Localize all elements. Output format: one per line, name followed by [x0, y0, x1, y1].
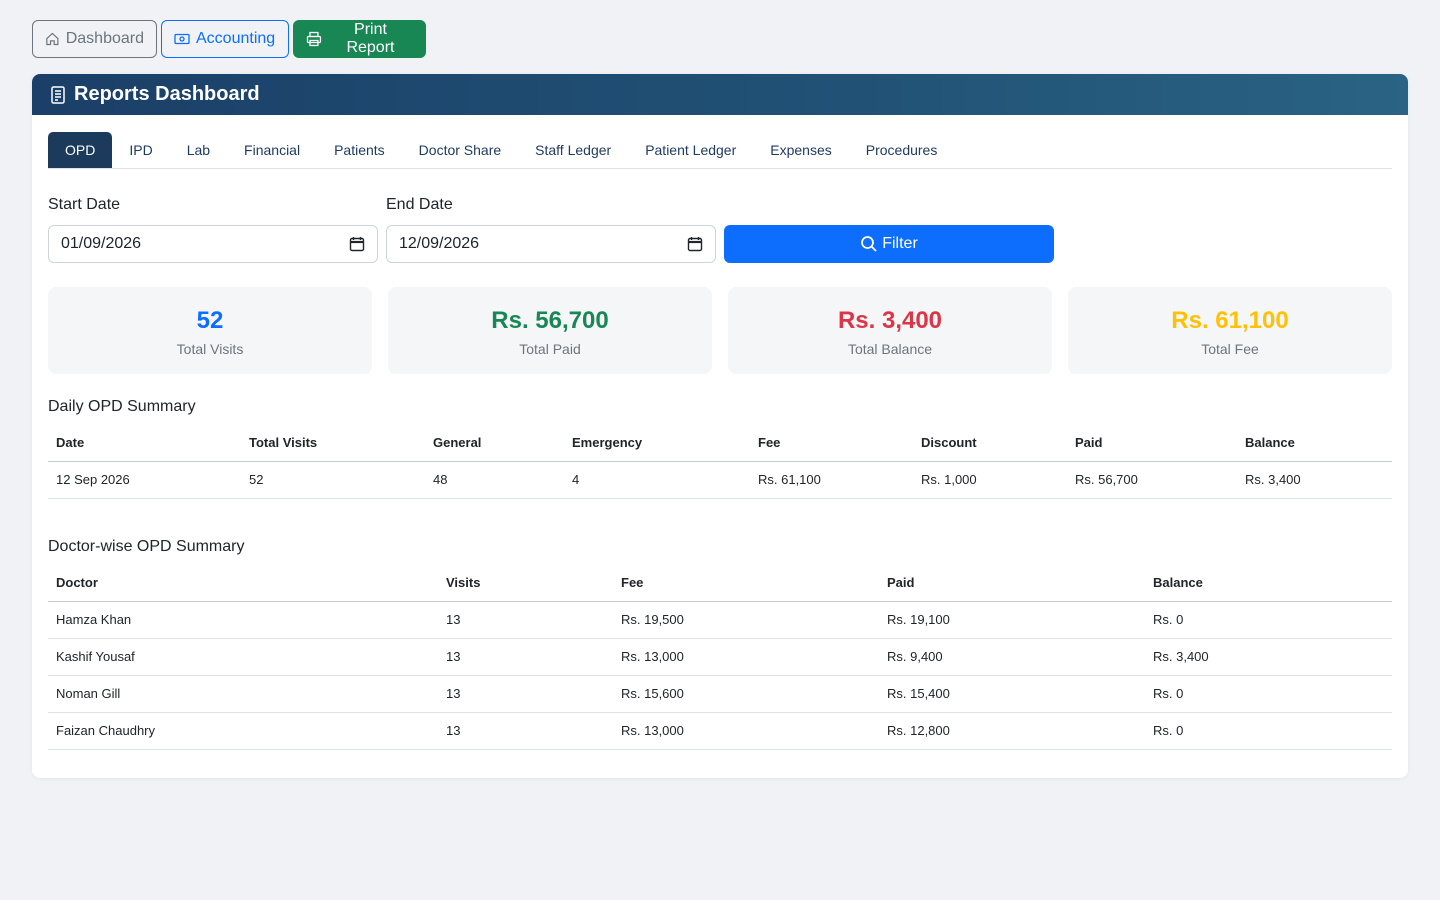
tab-opd[interactable]: OPD	[48, 132, 113, 168]
tab-financial[interactable]: Financial	[227, 132, 317, 168]
reports-card: Reports Dashboard OPD IPD Lab Financial Pati…	[32, 74, 1408, 778]
tab-doctor-share[interactable]: Doctor Share	[402, 132, 518, 168]
table-row: Kashif Yousaf 13 Rs. 13,000 Rs. 9,400 Rs. 3,…	[48, 638, 1392, 676]
tab-ipd[interactable]: IPD	[112, 132, 169, 168]
table-cell: Rs. 3,400	[1145, 638, 1392, 676]
stat-label: Total Balance	[847, 341, 933, 357]
tab-patient-ledger[interactable]: Patient Ledger	[628, 132, 753, 168]
end-date-label: End Date	[386, 196, 453, 213]
stat-label: Total Paid	[519, 341, 581, 357]
stat-label: Total Visits	[176, 341, 244, 357]
column-header: Date	[48, 424, 241, 462]
report-tabs: OPD IPD Lab Financial Patients Doctor Share St…	[48, 132, 1392, 169]
table-row: Faizan Chaudhry 13 Rs. 13,000 Rs. 12,800 Rs.…	[48, 712, 1392, 750]
end-date-value: 12/09/2026	[399, 235, 480, 252]
table-cell: Rs. 0	[1145, 675, 1392, 713]
stat-value: 52	[196, 307, 224, 334]
table-cell: Rs. 0	[1145, 601, 1392, 639]
document-icon	[51, 85, 65, 104]
column-header: Emergency	[564, 424, 750, 462]
stat-value: Rs. 56,700	[491, 307, 609, 334]
table-cell: Rs. 56,700	[1067, 461, 1237, 499]
column-header: Doctor	[48, 564, 438, 602]
daily-summary-title: Daily OPD Summary	[48, 398, 196, 415]
table-cell: Rs. 19,500	[613, 601, 879, 639]
table-cell: Rs. 0	[1145, 712, 1392, 750]
column-header: Fee	[613, 564, 879, 602]
table-cell: Rs. 13,000	[613, 712, 879, 750]
column-header: Paid	[1067, 424, 1237, 462]
stat-card: Rs. 56,700 Total Paid	[388, 287, 712, 374]
table-cell: Rs. 9,400	[879, 638, 1145, 676]
tab-patients[interactable]: Patients	[317, 132, 402, 168]
column-header: Balance	[1237, 424, 1392, 462]
table-cell: 4	[564, 461, 750, 499]
stat-card: 52 Total Visits	[48, 287, 372, 374]
doctor-summary-title: Doctor-wise OPD Summary	[48, 538, 245, 555]
accounting-button[interactable]: Accounting	[161, 20, 289, 58]
tab-procedures[interactable]: Procedures	[849, 132, 955, 168]
column-header: Total Visits	[241, 424, 425, 462]
table-cell: 52	[241, 461, 425, 499]
dashboard-button-label: Dashboard	[65, 30, 144, 47]
tab-lab[interactable]: Lab	[170, 132, 227, 168]
start-date-input[interactable]: 01/09/2026	[48, 225, 378, 263]
card-header: Reports Dashboard	[32, 74, 1408, 115]
cash-icon	[174, 33, 190, 45]
table-cell: 12 Sep 2026	[48, 461, 241, 499]
doctor-summary-table: Doctor Visits Fee Paid Balance Hamza Khan 13 R…	[48, 564, 1392, 750]
calendar-icon[interactable]	[349, 236, 365, 252]
stat-label: Total Fee	[1201, 341, 1259, 357]
daily-summary-table: Date Total Visits General Emergency Fee Disco…	[48, 424, 1392, 499]
search-icon	[861, 236, 877, 252]
table-cell: Rs. 15,600	[613, 675, 879, 713]
start-date-value: 01/09/2026	[61, 235, 142, 252]
table-row: 12 Sep 2026 52 48 4 Rs. 61,100 Rs. 1,000 Rs. 5…	[48, 461, 1392, 499]
stat-value: Rs. 61,100	[1171, 307, 1289, 334]
table-cell: Rs. 15,400	[879, 675, 1145, 713]
table-cell: 13	[438, 712, 613, 750]
home-icon	[46, 32, 59, 46]
start-date-label: Start Date	[48, 196, 121, 213]
accounting-button-label: Accounting	[196, 30, 276, 47]
filter-button[interactable]: Filter	[724, 225, 1054, 263]
tab-staff-ledger[interactable]: Staff Ledger	[518, 132, 628, 168]
table-row: Noman Gill 13 Rs. 15,600 Rs. 15,400 Rs. 0	[48, 675, 1392, 713]
table-cell: 13	[438, 675, 613, 713]
top-toolbar: Dashboard Accounting Print Report	[32, 20, 426, 58]
table-cell: Rs. 61,100	[750, 461, 913, 499]
column-header: Discount	[913, 424, 1067, 462]
table-cell: Hamza Khan	[48, 601, 438, 639]
table-row: Hamza Khan 13 Rs. 19,500 Rs. 19,100 Rs. 0	[48, 601, 1392, 639]
table-cell: 13	[438, 601, 613, 639]
table-cell: 13	[438, 638, 613, 676]
filter-button-label: Filter	[882, 235, 918, 252]
table-cell: Rs. 12,800	[879, 712, 1145, 750]
column-header: Fee	[750, 424, 913, 462]
table-cell: Rs. 13,000	[613, 638, 879, 676]
stat-card: Rs. 61,100 Total Fee	[1068, 287, 1392, 374]
calendar-icon[interactable]	[687, 236, 703, 252]
table-cell: 48	[425, 461, 564, 499]
print-report-button-label: Print Report	[346, 21, 395, 56]
page-title: Reports Dashboard	[74, 83, 260, 105]
table-cell: Noman Gill	[48, 675, 438, 713]
tab-expenses[interactable]: Expenses	[753, 132, 848, 168]
table-cell: Rs. 19,100	[879, 601, 1145, 639]
dashboard-button[interactable]: Dashboard	[32, 20, 157, 58]
column-header: General	[425, 424, 564, 462]
table-cell: Rs. 1,000	[913, 461, 1067, 499]
end-date-input[interactable]: 12/09/2026	[386, 225, 716, 263]
column-header: Balance	[1145, 564, 1392, 602]
table-cell: Kashif Yousaf	[48, 638, 438, 676]
table-cell: Faizan Chaudhry	[48, 712, 438, 750]
stat-value: Rs. 3,400	[837, 307, 943, 334]
column-header: Paid	[879, 564, 1145, 602]
print-report-button[interactable]: Print Report	[293, 20, 426, 58]
printer-icon	[306, 31, 322, 47]
stat-card: Rs. 3,400 Total Balance	[728, 287, 1052, 374]
table-cell: Rs. 3,400	[1237, 461, 1392, 499]
column-header: Visits	[438, 564, 613, 602]
